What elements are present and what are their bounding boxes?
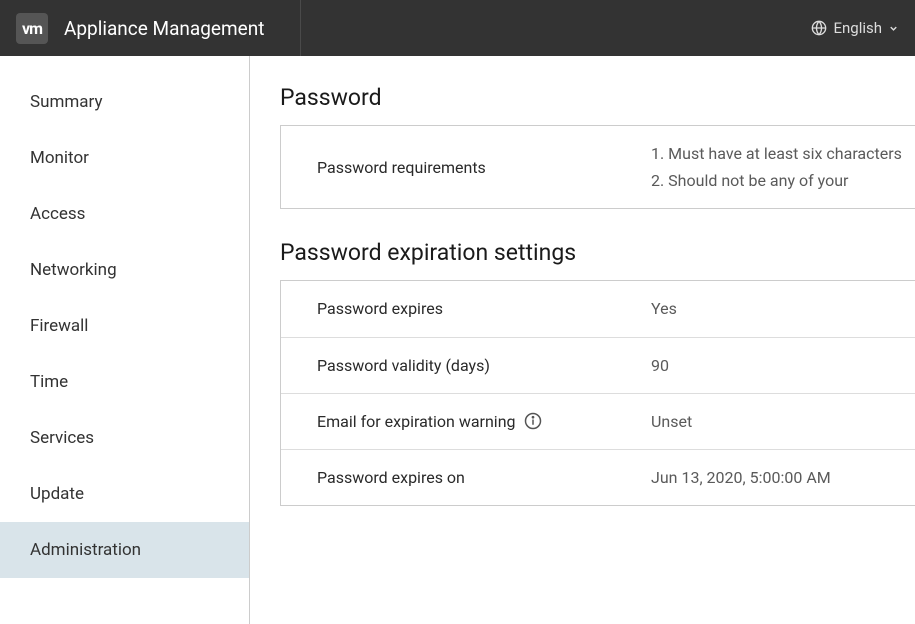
password-requirements-label: Password requirements [281, 140, 651, 194]
validity-label: Password validity (days) [281, 352, 651, 379]
email-warning-label: Email for expiration warning [281, 408, 651, 435]
email-warning-row: Email for expiration warning Unset [281, 394, 915, 450]
globe-icon [811, 20, 827, 36]
sidebar-item-networking[interactable]: Networking [0, 242, 249, 298]
password-panel: Password requirements 1. Must have at le… [280, 125, 915, 209]
password-requirements-row: Password requirements 1. Must have at le… [281, 126, 915, 208]
sidebar-item-time[interactable]: Time [0, 354, 249, 410]
main-content: Password Password requirements 1. Must h… [250, 56, 915, 624]
expires-row: Password expires Yes [281, 281, 915, 337]
password-requirements-value: 1. Must have at least six characters 2. … [651, 140, 902, 194]
info-icon[interactable] [524, 412, 542, 430]
header-left: vm Appliance Management [16, 0, 321, 56]
requirement-item: 1. Must have at least six characters [651, 140, 902, 167]
app-title: Appliance Management [64, 17, 264, 40]
header-divider [300, 0, 301, 56]
sidebar-item-administration[interactable]: Administration [0, 522, 249, 578]
sidebar-item-monitor[interactable]: Monitor [0, 130, 249, 186]
sidebar-item-firewall[interactable]: Firewall [0, 298, 249, 354]
expires-on-label: Password expires on [281, 464, 651, 491]
sidebar-item-update[interactable]: Update [0, 466, 249, 522]
sidebar-item-access[interactable]: Access [0, 186, 249, 242]
expires-label: Password expires [281, 295, 651, 322]
chevron-down-icon [888, 23, 899, 34]
sidebar: Summary Monitor Access Networking Firewa… [0, 56, 250, 624]
expiration-panel: Password expires Yes Password validity (… [280, 280, 915, 506]
expires-on-row: Password expires on Jun 13, 2020, 5:00:0… [281, 450, 915, 505]
header-bar: vm Appliance Management English [0, 0, 915, 56]
password-section-title: Password [280, 84, 915, 111]
requirement-item: 2. Should not be any of your [651, 167, 902, 194]
expires-on-value: Jun 13, 2020, 5:00:00 AM [651, 464, 831, 491]
email-warning-value: Unset [651, 408, 692, 435]
expiration-section-title: Password expiration settings [280, 239, 915, 266]
validity-row: Password validity (days) 90 [281, 338, 915, 394]
language-label: English [833, 19, 882, 37]
language-selector[interactable]: English [811, 19, 899, 37]
vmware-logo: vm [16, 13, 48, 44]
sidebar-item-summary[interactable]: Summary [0, 74, 249, 130]
expires-value: Yes [651, 295, 677, 322]
validity-value: 90 [651, 352, 669, 379]
sidebar-item-services[interactable]: Services [0, 410, 249, 466]
